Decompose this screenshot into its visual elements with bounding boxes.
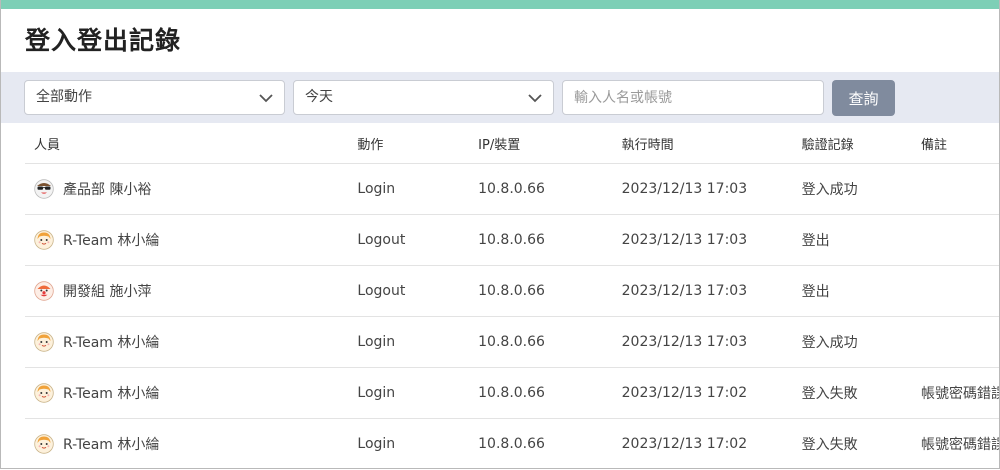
action-cell: Login [348, 316, 470, 368]
time-cell: 2023/12/13 17:02 [612, 418, 793, 468]
date-filter-select[interactable]: 今天 [293, 80, 554, 115]
table-row: R-Team 林小綸 Logout 10.8.0.66 2023/12/13 17:0… [25, 214, 999, 266]
filter-bar: 全部動作 今天 查詢 [1, 72, 999, 123]
ip-cell: 10.8.0.66 [469, 316, 613, 368]
login-logout-log-panel: 登入登出記錄 全部動作 今天 查詢 人員 動作 IP/裝置 執行時間 驗證記錄 … [0, 0, 1000, 469]
action-cell: Logout [348, 214, 470, 266]
table-header-row: 人員 動作 IP/裝置 執行時間 驗證記錄 備註 [25, 123, 999, 164]
time-cell: 2023/12/13 17:02 [612, 367, 793, 419]
time-cell: 2023/12/13 17:03 [612, 163, 793, 215]
header-verify: 驗證記錄 [792, 123, 912, 164]
verify-cell: 登出 [792, 265, 912, 317]
note-cell: 帳號密碼錯誤 [912, 418, 999, 468]
table-row: 開發組 施小萍 Logout 10.8.0.66 2023/12/13 17:03 登出 [25, 265, 999, 317]
note-cell: 帳號密碼錯誤 [912, 367, 999, 419]
time-cell: 2023/12/13 17:03 [612, 265, 793, 317]
date-filter-value: 今天 [305, 89, 333, 105]
user-cell: R-Team 林小綸 [25, 367, 349, 419]
header-action: 動作 [348, 123, 470, 164]
girl-avatar-icon [34, 230, 54, 250]
table-row: R-Team 林小綸 Login 10.8.0.66 2023/12/13 17:03… [25, 316, 999, 368]
girl-avatar-icon [34, 383, 54, 403]
ip-cell: 10.8.0.66 [469, 265, 613, 317]
accent-top-bar [1, 0, 999, 9]
user-cell: R-Team 林小綸 [25, 316, 349, 368]
note-cell [912, 163, 999, 215]
header-ip: IP/裝置 [469, 123, 613, 164]
ip-cell: 10.8.0.66 [469, 163, 613, 215]
user-name: R-Team 林小綸 [63, 233, 160, 249]
header-note: 備註 [912, 123, 999, 164]
table-row: R-Team 林小綸 Login 10.8.0.66 2023/12/13 17:02… [25, 367, 999, 419]
ip-cell: 10.8.0.66 [469, 418, 613, 468]
ip-cell: 10.8.0.66 [469, 214, 613, 266]
action-cell: Logout [348, 265, 470, 317]
table-row: R-Team 林小綸 Login 10.8.0.66 2023/12/13 17:02… [25, 418, 999, 468]
table-row: 產品部 陳小裕 Login 10.8.0.66 2023/12/13 17:03 登入成… [25, 163, 999, 215]
action-cell: Login [348, 367, 470, 419]
user-name: 產品部 陳小裕 [63, 182, 152, 198]
action-filter-value: 全部動作 [36, 89, 92, 105]
user-cell: R-Team 林小綸 [25, 214, 349, 266]
user-cell: 開發組 施小萍 [25, 265, 349, 317]
clown-avatar-icon [34, 281, 54, 301]
header-user: 人員 [25, 123, 349, 164]
search-input[interactable] [562, 80, 824, 115]
verify-cell: 登出 [792, 214, 912, 266]
user-cell: 產品部 陳小裕 [25, 163, 349, 215]
chevron-down-icon [527, 81, 543, 114]
girl-avatar-icon [34, 434, 54, 454]
girl-avatar-icon [34, 332, 54, 352]
user-name: R-Team 林小綸 [63, 386, 160, 402]
user-cell: R-Team 林小綸 [25, 418, 349, 468]
user-name: 開發組 施小萍 [63, 284, 152, 300]
action-filter-select[interactable]: 全部動作 [24, 80, 285, 115]
page-title: 登入登出記錄 [25, 26, 182, 55]
query-button[interactable]: 查詢 [832, 80, 895, 116]
verify-cell: 登入成功 [792, 316, 912, 368]
time-cell: 2023/12/13 17:03 [612, 316, 793, 368]
time-cell: 2023/12/13 17:03 [612, 214, 793, 266]
log-table: 人員 動作 IP/裝置 執行時間 驗證記錄 備註 產品部 陳小裕 Login 10.… [25, 123, 999, 468]
note-cell [912, 214, 999, 266]
action-cell: Login [348, 163, 470, 215]
ip-cell: 10.8.0.66 [469, 367, 613, 419]
user-name: R-Team 林小綸 [63, 335, 160, 351]
user-name: R-Team 林小綸 [63, 437, 160, 453]
action-cell: Login [348, 418, 470, 468]
sunglasses-avatar-icon [34, 179, 54, 199]
chevron-down-icon [258, 81, 274, 114]
verify-cell: 登入失敗 [792, 367, 912, 419]
note-cell [912, 265, 999, 317]
note-cell [912, 316, 999, 368]
verify-cell: 登入失敗 [792, 418, 912, 468]
verify-cell: 登入成功 [792, 163, 912, 215]
header-time: 執行時間 [612, 123, 793, 164]
